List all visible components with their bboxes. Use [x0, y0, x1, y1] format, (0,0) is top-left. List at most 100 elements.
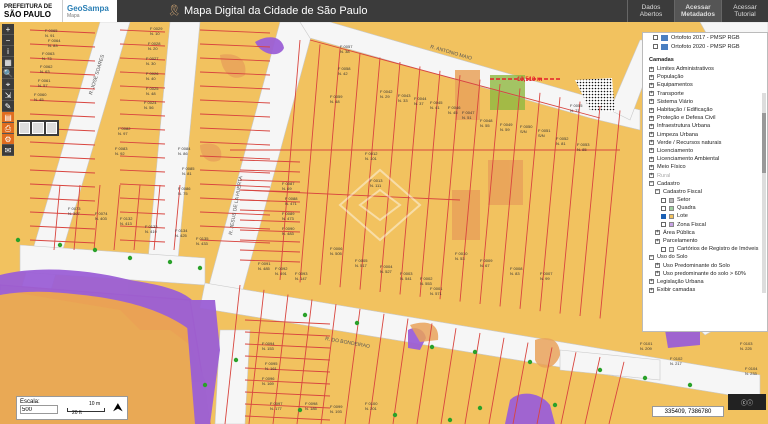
expand-icon[interactable]: +	[649, 115, 654, 121]
cc-license-badge[interactable]: ⓒⓘ	[728, 394, 766, 410]
expand-icon[interactable]: +	[649, 99, 654, 105]
layer-item[interactable]: − Uso do Solo	[643, 253, 767, 261]
layer-checkbox[interactable]	[661, 246, 666, 252]
ortofoto-item[interactable]: Ortofoto 2017 - PMSP RGB	[643, 33, 767, 42]
tree-point[interactable]	[597, 367, 603, 373]
tutorial-button[interactable]: Acessar Tutorial	[721, 0, 768, 22]
toolbar-tool-icon[interactable]: ▤	[2, 112, 14, 123]
layer-item[interactable]: + Habitação / Edificação	[643, 106, 767, 114]
layer-item[interactable]: + Uso predominante do solo > 60%	[643, 270, 767, 278]
collapse-icon[interactable]: −	[649, 254, 654, 260]
layer-item[interactable]: − Cadastro	[643, 180, 767, 188]
scroll-thumb[interactable]	[762, 113, 766, 173]
expand-icon[interactable]: +	[655, 238, 660, 244]
layer-item[interactable]: + Sistema Viário	[643, 98, 767, 106]
tree-point[interactable]	[127, 255, 133, 261]
expand-icon[interactable]: +	[649, 107, 654, 113]
toolbar-tool-icon[interactable]: ⌖	[2, 79, 14, 90]
expand-icon[interactable]: +	[649, 173, 654, 179]
layer-item[interactable]: + Área Pública	[643, 229, 767, 237]
tree-point[interactable]	[472, 349, 478, 355]
toolbar-tool-icon[interactable]: ▦	[2, 57, 14, 68]
tree-point[interactable]	[197, 265, 203, 271]
layer-item[interactable]: + Exibir camadas	[643, 286, 767, 294]
toolbar-tool-icon[interactable]: 🔍	[2, 68, 14, 79]
layer-item[interactable]: + Limpeza Urbana	[643, 131, 767, 139]
tree-point[interactable]	[57, 242, 63, 248]
layer-checkbox[interactable]	[661, 222, 666, 228]
toolbar-tool-icon[interactable]: ⎙	[2, 123, 14, 134]
toolbar-tool-icon[interactable]: −	[2, 35, 14, 46]
tree-point[interactable]	[477, 405, 483, 411]
expand-icon[interactable]: +	[655, 271, 660, 277]
tree-point[interactable]	[527, 359, 533, 365]
layer-item[interactable]: + Equipamentos	[643, 81, 767, 89]
expand-icon[interactable]: +	[649, 74, 654, 80]
layer-item[interactable]: Cartórios de Registro de Imóveis	[643, 245, 767, 253]
layer-item[interactable]: + Licenciamento	[643, 147, 767, 155]
toolbar-tool-icon[interactable]: ⇲	[2, 90, 14, 101]
layer-item[interactable]: + Proteção e Defesa Civil	[643, 114, 767, 122]
tree-point[interactable]	[429, 344, 435, 350]
basemap-option[interactable]	[32, 122, 44, 134]
layer-item[interactable]: + Rural	[643, 171, 767, 179]
expand-icon[interactable]: +	[649, 279, 654, 285]
dados-abertos-button[interactable]: Dados Abertos	[627, 0, 674, 22]
layer-item[interactable]: + Verde / Recursos naturais	[643, 139, 767, 147]
expand-icon[interactable]: +	[655, 230, 660, 236]
layer-item[interactable]: + Uso Predominante do Solo	[643, 262, 767, 270]
geosampa-logo[interactable]: GeoSampa Mapa	[62, 0, 117, 22]
layer-item[interactable]: + Parcelamento	[643, 237, 767, 245]
layer-checkbox[interactable]	[661, 213, 666, 219]
layer-item[interactable]: + Meio Físico	[643, 163, 767, 171]
checkbox[interactable]	[653, 44, 658, 49]
toolbar-tool-icon[interactable]: ⚙	[2, 134, 14, 145]
expand-icon[interactable]: +	[649, 156, 654, 162]
layer-item[interactable]: + Transporte	[643, 90, 767, 98]
layer-checkbox[interactable]	[661, 205, 666, 211]
layer-item[interactable]: Setor	[643, 196, 767, 204]
checkbox[interactable]	[653, 35, 658, 40]
layer-item[interactable]: + População	[643, 73, 767, 81]
expand-icon[interactable]: +	[655, 263, 660, 269]
collapse-icon[interactable]: −	[655, 189, 660, 195]
tree-point[interactable]	[233, 357, 239, 363]
layer-item[interactable]: Quadra	[643, 204, 767, 212]
metadados-button[interactable]: Acessar Metadados	[674, 0, 721, 22]
toolbar-tool-icon[interactable]: i	[2, 46, 14, 57]
expand-icon[interactable]: +	[649, 164, 654, 170]
expand-icon[interactable]: +	[649, 140, 654, 146]
expand-icon[interactable]: +	[649, 123, 654, 129]
tree-point[interactable]	[642, 375, 648, 381]
layer-item[interactable]: Lote	[643, 212, 767, 220]
prefeitura-logo[interactable]: PREFEITURA DE SÃO PAULO	[0, 0, 62, 22]
tree-point[interactable]	[92, 247, 98, 253]
toolbar-tool-icon[interactable]: ✉	[2, 145, 14, 156]
layer-item[interactable]: + Legislação Urbana	[643, 278, 767, 286]
tree-point[interactable]	[447, 417, 453, 423]
collapse-icon[interactable]: −	[649, 181, 654, 187]
ortofoto-item[interactable]: Ortofoto 2020 - PMSP RGB	[643, 42, 767, 51]
layer-item[interactable]: + Limites Administrativos	[643, 65, 767, 73]
tree-point[interactable]	[392, 412, 398, 418]
panel-scrollbar[interactable]	[762, 93, 766, 293]
layer-item[interactable]: + Infraestrutura Urbana	[643, 122, 767, 130]
expand-icon[interactable]: +	[649, 66, 654, 72]
expand-icon[interactable]: +	[649, 132, 654, 138]
tree-point[interactable]	[297, 407, 303, 413]
tree-point[interactable]	[167, 259, 173, 265]
layer-item[interactable]: − Cadastro Fiscal	[643, 188, 767, 196]
tree-point[interactable]	[15, 237, 21, 243]
toolbar-tool-icon[interactable]: +	[2, 24, 14, 35]
expand-icon[interactable]: +	[649, 287, 654, 293]
layer-checkbox[interactable]	[661, 197, 666, 203]
tree-point[interactable]	[354, 320, 360, 326]
expand-icon[interactable]: +	[649, 82, 654, 88]
tree-point[interactable]	[202, 382, 208, 388]
tree-point[interactable]	[687, 382, 693, 388]
tree-point[interactable]	[302, 312, 308, 318]
layer-item[interactable]: + Licenciamento Ambiental	[643, 155, 767, 163]
toolbar-tool-icon[interactable]: ✎	[2, 101, 14, 112]
basemap-option[interactable]	[45, 122, 57, 134]
basemap-option[interactable]	[19, 122, 31, 134]
